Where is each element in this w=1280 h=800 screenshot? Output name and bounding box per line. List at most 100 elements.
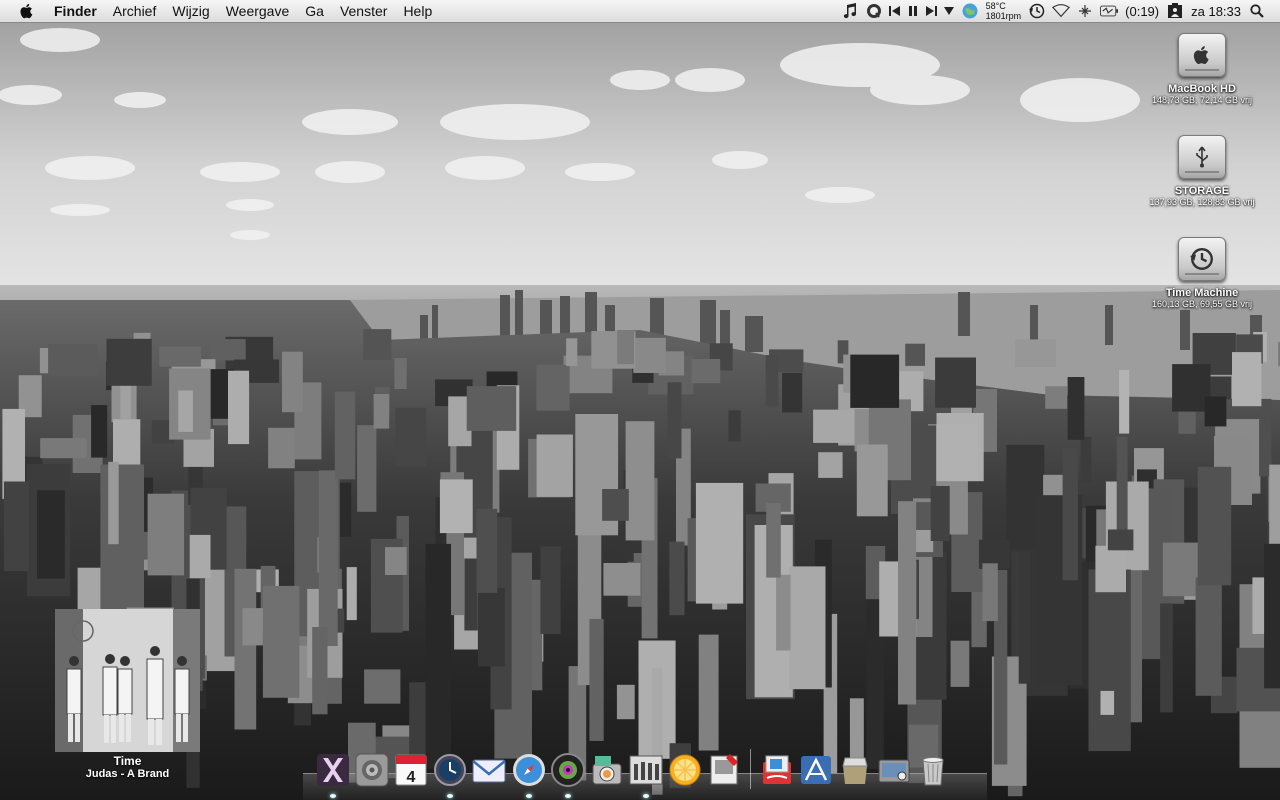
music-note-icon[interactable] bbox=[841, 0, 859, 22]
dock-preview-icon[interactable] bbox=[706, 751, 742, 789]
wallpaper-building bbox=[950, 640, 970, 687]
wallpaper-building bbox=[3, 481, 29, 571]
menu-help[interactable]: Help bbox=[395, 0, 440, 22]
wallpaper-building bbox=[536, 434, 573, 497]
wallpaper-building bbox=[262, 585, 300, 698]
wallpaper-building bbox=[1160, 603, 1173, 713]
time-machine-drive-icon bbox=[1178, 237, 1226, 281]
wallpaper-building bbox=[189, 534, 211, 579]
wallpaper-building bbox=[159, 346, 201, 367]
wallpaper-building bbox=[234, 568, 257, 730]
dock-itunes-icon[interactable] bbox=[550, 751, 586, 798]
menu-venster[interactable]: Venster bbox=[332, 0, 395, 22]
wifi-icon[interactable] bbox=[1052, 0, 1071, 22]
wallpaper-building bbox=[364, 669, 401, 704]
wallpaper-building bbox=[1015, 339, 1057, 367]
battery-time[interactable]: (0:19) bbox=[1121, 4, 1163, 19]
wallpaper-building bbox=[536, 364, 570, 411]
wallpaper-building bbox=[1207, 376, 1232, 400]
wallpaper-building bbox=[691, 359, 721, 384]
wallpaper-building bbox=[464, 558, 478, 631]
menu-ga[interactable]: Ga bbox=[297, 0, 332, 22]
desktop-icon-time-machine[interactable]: Time Machine 160,13 GB, 69,55 GB vrij bbox=[1132, 237, 1272, 309]
menu-finder[interactable]: Finder bbox=[46, 0, 105, 22]
bluetooth-icon[interactable] bbox=[1076, 0, 1094, 22]
dock-time-machine-icon[interactable] bbox=[432, 751, 468, 798]
wallpaper-building bbox=[48, 343, 98, 376]
wallpaper-building bbox=[466, 386, 517, 431]
wallpaper-building bbox=[589, 618, 604, 741]
wallpaper-building bbox=[698, 634, 719, 751]
dock-ical-icon[interactable]: 4 bbox=[393, 751, 429, 789]
dock-iphoto-icon[interactable] bbox=[589, 751, 625, 789]
wallpaper-building bbox=[603, 563, 641, 596]
dock-safari-icon[interactable] bbox=[511, 751, 547, 798]
wallpaper-building bbox=[357, 425, 377, 512]
wallpaper-building bbox=[617, 330, 634, 365]
wallpaper-building bbox=[1197, 466, 1232, 586]
wallpaper-building bbox=[776, 574, 791, 651]
wallpaper-building bbox=[37, 490, 65, 579]
dock-trash-icon[interactable] bbox=[915, 751, 951, 789]
wallpaper-building bbox=[476, 508, 498, 593]
wallpaper-building bbox=[602, 489, 629, 521]
calendar-day-label: 4 bbox=[407, 769, 416, 786]
dock-downloads-stack-icon[interactable] bbox=[837, 751, 873, 789]
dock-album-icon[interactable] bbox=[628, 751, 664, 798]
wallpaper-building bbox=[1119, 370, 1130, 434]
previous-track-icon[interactable] bbox=[888, 0, 901, 22]
menu-archief[interactable]: Archief bbox=[105, 0, 165, 22]
usb-drive-icon bbox=[1178, 135, 1226, 179]
wallpaper-building bbox=[765, 355, 779, 407]
menu-weergave[interactable]: Weergave bbox=[218, 0, 298, 22]
wallpaper-building bbox=[1062, 448, 1078, 581]
battery-icon[interactable] bbox=[1100, 0, 1119, 22]
dock-applications-stack-icon[interactable] bbox=[798, 751, 834, 789]
wallpaper-building bbox=[1067, 377, 1085, 440]
running-indicator bbox=[329, 794, 336, 798]
wallpaper-building bbox=[1269, 464, 1280, 548]
wallpaper-building bbox=[1018, 550, 1031, 684]
quicktime-icon[interactable] bbox=[865, 0, 883, 22]
wallpaper-building bbox=[540, 546, 561, 634]
desktop-icon-storage[interactable]: STORAGE 137,93 GB, 128,83 GB vrij bbox=[1132, 135, 1272, 207]
wallpaper-building bbox=[1095, 545, 1126, 593]
dock-lemon-icon[interactable] bbox=[667, 751, 703, 789]
dock-stack-icon[interactable] bbox=[876, 751, 912, 789]
dock-mail-icon[interactable] bbox=[471, 751, 507, 789]
wallpaper-building bbox=[616, 684, 635, 720]
wallpaper-building bbox=[100, 464, 144, 626]
hard-drive-icon bbox=[1178, 33, 1226, 77]
wallpaper-building bbox=[669, 541, 685, 616]
wallpaper-building bbox=[813, 409, 862, 443]
dock-mac-os-x-icon[interactable] bbox=[315, 751, 351, 798]
wallpaper-building bbox=[385, 547, 407, 575]
pause-icon[interactable] bbox=[907, 0, 919, 22]
now-playing-widget[interactable]: Time Judas - A Brand bbox=[55, 609, 200, 780]
wallpaper-building bbox=[334, 391, 356, 480]
wallpaper-building bbox=[782, 372, 803, 413]
temperature-value: 58°C bbox=[985, 1, 1006, 11]
spotlight-search-icon[interactable] bbox=[1248, 0, 1266, 22]
menu-extras: 58°C 1801rpm (0:19) za 18:33 bbox=[838, 0, 1280, 22]
time-machine-menu-icon[interactable] bbox=[1028, 0, 1046, 22]
wallpaper-building bbox=[982, 563, 998, 622]
dock-documents-stack-icon[interactable] bbox=[759, 751, 795, 789]
chevron-down-icon[interactable] bbox=[943, 0, 955, 22]
wallpaper-building bbox=[1080, 436, 1092, 483]
apple-menu-icon[interactable] bbox=[18, 0, 36, 22]
temperature-monitor[interactable]: 58°C 1801rpm bbox=[982, 1, 1026, 21]
wallpaper-building bbox=[1088, 569, 1131, 752]
dock-system-preferences-icon[interactable] bbox=[354, 751, 390, 789]
album-artwork bbox=[55, 609, 200, 752]
menu-wijzig[interactable]: Wijzig bbox=[164, 0, 217, 22]
desktop-icon-macbook-hd[interactable]: MacBook HD 148,73 GB, 72,14 GB vrij bbox=[1132, 33, 1272, 105]
user-home-icon[interactable] bbox=[1166, 0, 1184, 22]
clock[interactable]: za 18:33 bbox=[1187, 4, 1245, 19]
wallpaper-building bbox=[40, 438, 87, 459]
desktop-icon-label: STORAGE bbox=[1174, 185, 1230, 197]
wallpaper-building bbox=[1107, 529, 1134, 551]
dock-separator bbox=[750, 749, 752, 789]
globe-icon[interactable] bbox=[961, 0, 979, 22]
next-track-icon[interactable] bbox=[925, 0, 937, 22]
